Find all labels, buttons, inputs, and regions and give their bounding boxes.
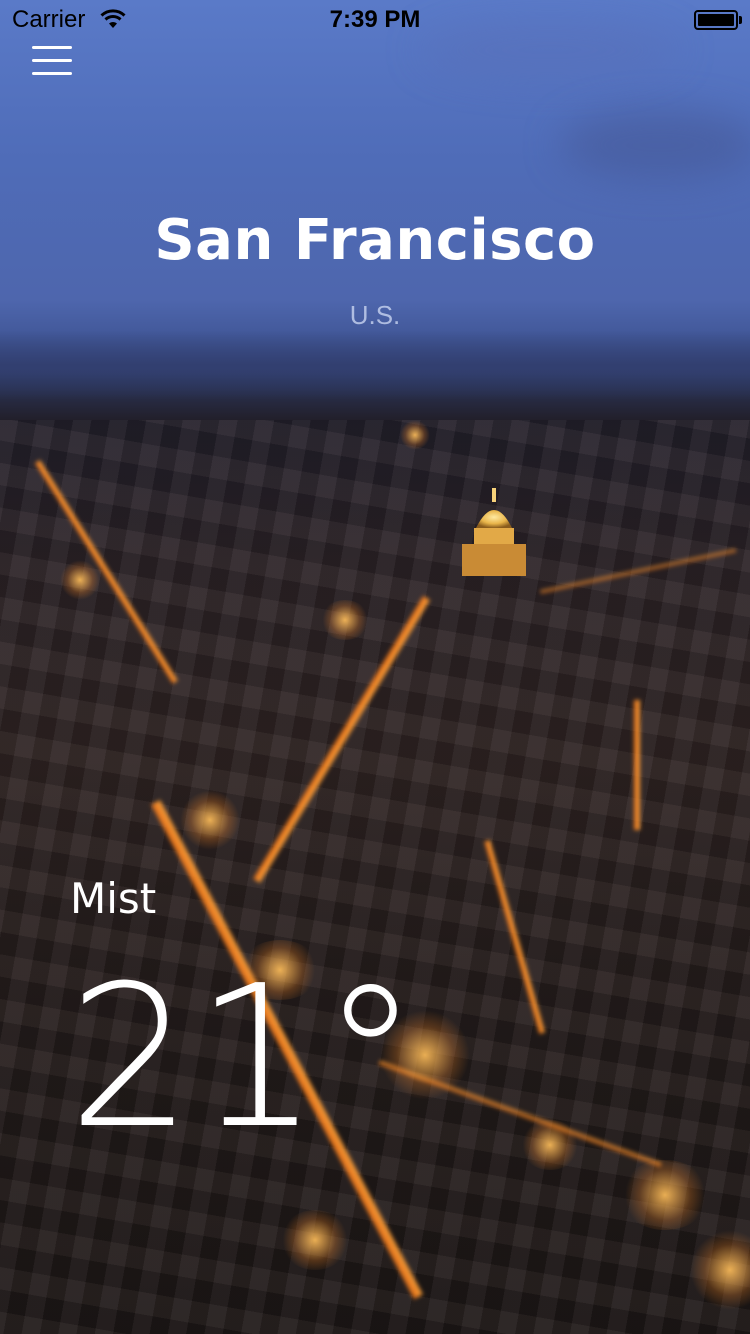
temperature-value: 21° xyxy=(68,944,422,1172)
country-name: U.S. xyxy=(349,300,401,330)
status-bar: Carrier 7:39 PM xyxy=(0,0,750,40)
golden-dome-landmark xyxy=(462,488,526,576)
city-name: San Francisco xyxy=(154,208,596,273)
battery-icon xyxy=(694,10,742,30)
hamburger-menu-icon[interactable] xyxy=(30,44,74,78)
clock: 7:39 PM xyxy=(329,6,421,33)
weather-condition: Mist xyxy=(70,874,157,923)
